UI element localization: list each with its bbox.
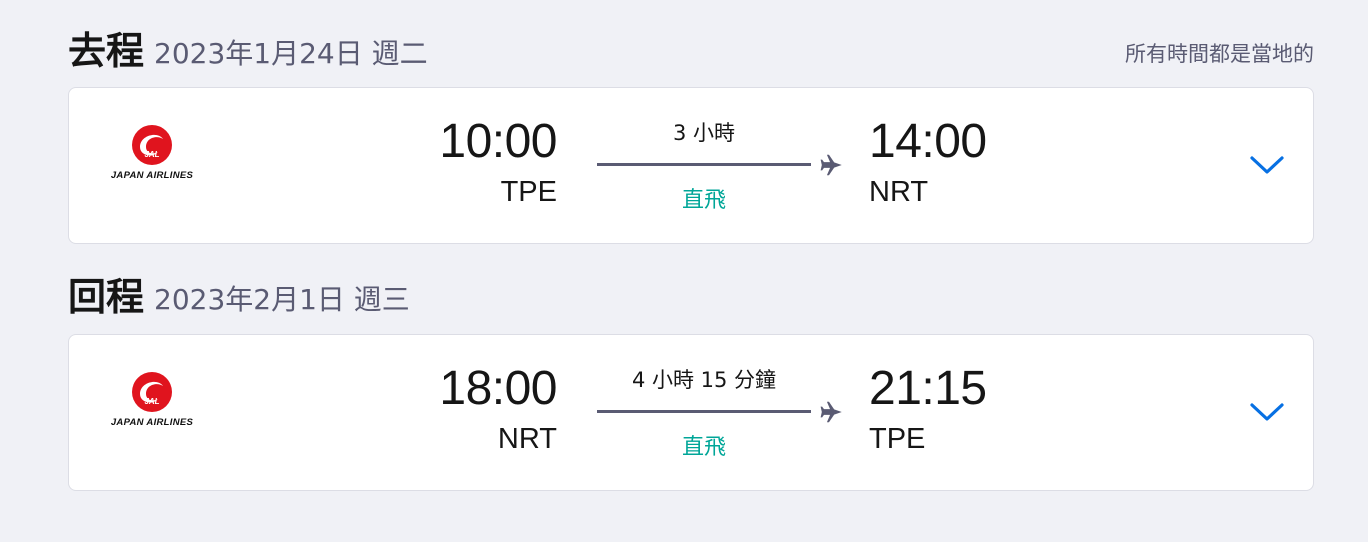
departure-airport: NRT (497, 423, 557, 455)
flight-duration: 3 小時 (672, 121, 736, 145)
outbound-header: 去程 2023年1月24日 週二 所有時間都是當地的 (68, 26, 1314, 76)
jal-crane-icon: JAL (132, 125, 172, 165)
departure-time: 18:00 (439, 362, 557, 415)
outbound-date: 2023年1月24日 週二 (154, 37, 428, 70)
local-time-note: 所有時間都是當地的 (1125, 42, 1314, 66)
plane-icon (820, 401, 842, 423)
return-flight-card[interactable]: JAL JAPAN AIRLINES 18:00 NRT 4 小時 15 分鐘 … (68, 334, 1314, 491)
departure-airport: TPE (500, 176, 557, 208)
stops-label: 直飛 (681, 435, 726, 460)
arrival-airport: TPE (869, 423, 926, 455)
flight-details: 去程 2023年1月24日 週二 所有時間都是當地的 JAL JAPAN AIR… (0, 0, 1368, 542)
return-label: 回程 (68, 275, 145, 319)
airline-logo: JAL JAPAN AIRLINES (103, 371, 201, 429)
chevron-down-icon[interactable] (1249, 150, 1285, 178)
arrival-time: 21:15 (869, 362, 987, 415)
route-line (597, 410, 811, 413)
outbound-label: 去程 (68, 29, 145, 73)
return-header: 回程 2023年2月1日 週三 (68, 272, 1314, 322)
airline-name: JAPAN AIRLINES (110, 170, 194, 181)
chevron-down-icon[interactable] (1249, 397, 1285, 425)
airline-name: JAPAN AIRLINES (110, 417, 194, 428)
svg-text:JAL: JAL (144, 150, 159, 159)
departure-time: 10:00 (439, 115, 557, 168)
outbound-flight-card[interactable]: JAL JAPAN AIRLINES 10:00 TPE 3 小時 直飛 14:… (68, 87, 1314, 244)
return-date: 2023年2月1日 週三 (154, 283, 410, 316)
flight-duration: 4 小時 15 分鐘 (631, 368, 777, 392)
jal-crane-icon: JAL (132, 372, 172, 412)
arrival-time: 14:00 (869, 115, 987, 168)
svg-text:JAL: JAL (144, 397, 159, 406)
stops-label: 直飛 (681, 188, 726, 213)
arrival-airport: NRT (869, 176, 929, 208)
route-line (597, 163, 811, 166)
plane-icon (820, 154, 842, 176)
airline-logo: JAL JAPAN AIRLINES (103, 124, 201, 182)
